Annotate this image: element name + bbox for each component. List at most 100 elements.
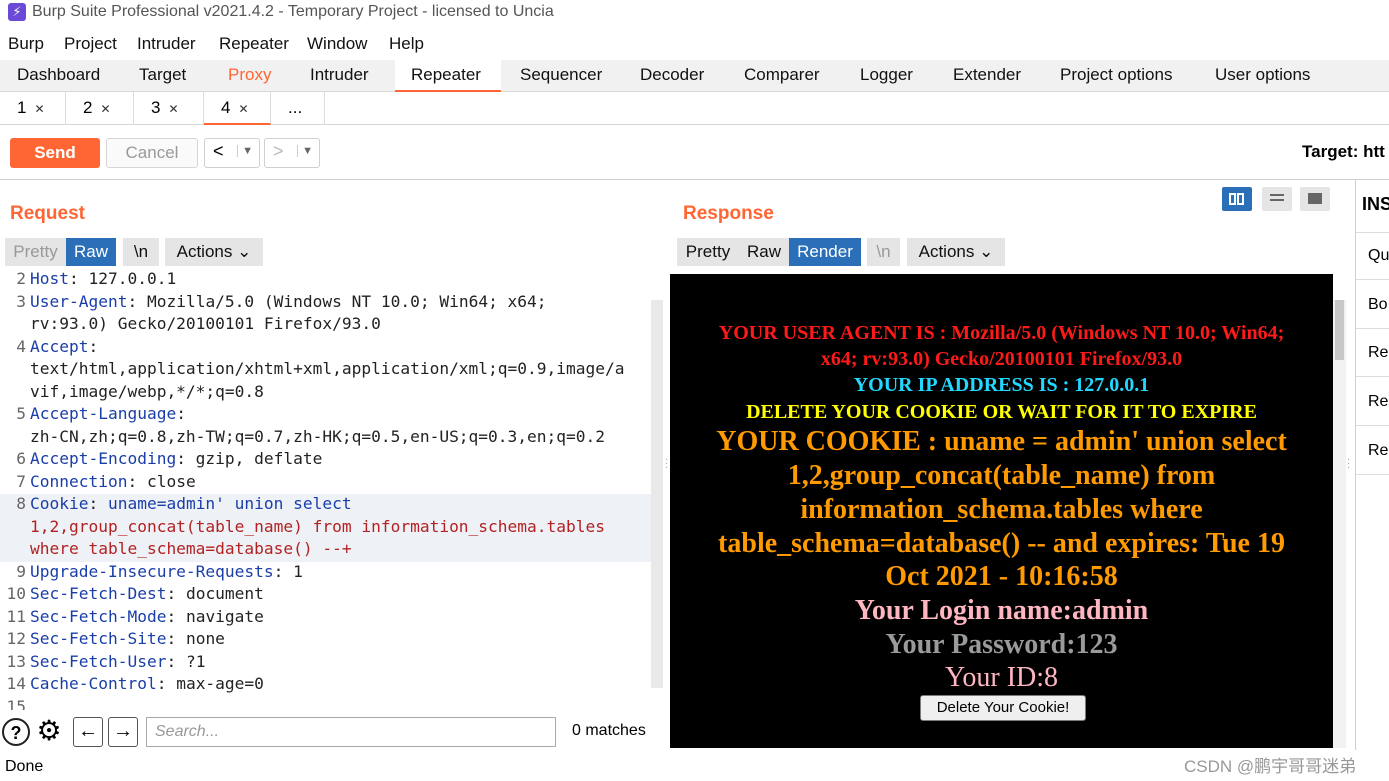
- request-line[interactable]: 1,2,group_concat(table_name) from inform…: [30, 517, 605, 536]
- tab-dashboard[interactable]: Dashboard: [1, 60, 116, 92]
- menu-intruder[interactable]: Intruder: [137, 34, 196, 54]
- cookie-line: table_schema=database() -- and expires: …: [718, 528, 1285, 559]
- search-input[interactable]: Search...: [146, 717, 556, 747]
- help-icon[interactable]: ?: [2, 718, 30, 746]
- request-line[interactable]: Sec-Fetch-User: ?1: [30, 652, 205, 671]
- line-number: 2: [16, 270, 26, 288]
- tab-extender[interactable]: Extender: [937, 60, 1037, 92]
- password: Your Password:123: [885, 629, 1118, 660]
- layout-tabbed-button[interactable]: [1300, 187, 1330, 211]
- close-icon[interactable]: ✕: [34, 102, 44, 116]
- dropdown-icon[interactable]: ▼: [237, 145, 253, 157]
- chevron-right-icon: >: [273, 141, 284, 161]
- cancel-button[interactable]: Cancel: [106, 138, 198, 168]
- request-line[interactable]: Cookie: uname=admin' union select: [30, 494, 352, 513]
- splitter-handle[interactable]: · · ·: [1347, 455, 1350, 473]
- response-actions-menu[interactable]: Actions ⌄: [907, 238, 1005, 266]
- repeater-tab-1[interactable]: 1 ✕: [0, 92, 66, 125]
- menu-project[interactable]: Project: [64, 34, 117, 54]
- response-raw-tab[interactable]: Raw: [739, 238, 789, 266]
- layout-side-by-side-button[interactable]: [1222, 187, 1252, 211]
- request-actions-menu[interactable]: Actions ⌄: [165, 238, 263, 266]
- dropdown-icon[interactable]: ▼: [297, 145, 313, 157]
- delete-cookie-button[interactable]: Delete Your Cookie!: [920, 695, 1086, 721]
- response-scrollbar[interactable]: [1333, 300, 1346, 748]
- request-line[interactable]: text/html,application/xhtml+xml,applicat…: [30, 359, 625, 378]
- splitter-handle[interactable]: · · ·: [665, 455, 668, 473]
- request-line[interactable]: Accept-Encoding: gzip, deflate: [30, 449, 322, 468]
- header-name: Sec-Fetch-Site: [30, 629, 167, 648]
- tab-proxy[interactable]: Proxy: [212, 60, 287, 92]
- delete-cookie-message: DELETE YOUR COOKIE OR WAIT FOR IT TO EXP…: [746, 401, 1257, 423]
- request-line[interactable]: Host: 127.0.0.1: [30, 270, 176, 288]
- repeater-tab-4[interactable]: 4 ✕: [204, 92, 271, 125]
- request-line[interactable]: zh-CN,zh;q=0.8,zh-TW;q=0.7,zh-HK;q=0.5,e…: [30, 427, 605, 446]
- request-line[interactable]: vif,image/webp,*/*;q=0.8: [30, 382, 264, 401]
- request-line[interactable]: Accept:: [30, 337, 98, 356]
- target-label[interactable]: Target: htt: [1302, 142, 1385, 162]
- request-line[interactable]: Upgrade-Insecure-Requests: 1: [30, 562, 303, 581]
- inspector-request-section[interactable]: Re: [1368, 344, 1388, 362]
- header-name: Accept-Encoding: [30, 449, 177, 468]
- request-line[interactable]: rv:93.0) Gecko/20100101 Firefox/93.0: [30, 314, 381, 333]
- inspector-query-section[interactable]: Qu: [1368, 247, 1389, 265]
- repeater-tab-label: 4: [221, 98, 231, 117]
- request-line[interactable]: Connection: close: [30, 472, 196, 491]
- tab-user-options[interactable]: User options: [1199, 60, 1326, 92]
- scroll-thumb[interactable]: [1335, 300, 1344, 360]
- request-line[interactable]: Accept-Language:: [30, 404, 186, 423]
- close-icon[interactable]: ✕: [100, 102, 110, 116]
- response-render-tab[interactable]: Render: [789, 238, 861, 266]
- tab-target[interactable]: Target: [123, 60, 202, 92]
- tab-sequencer[interactable]: Sequencer: [504, 60, 618, 92]
- inspector-request-section[interactable]: Re: [1368, 393, 1388, 411]
- request-line[interactable]: Sec-Fetch-Mode: navigate: [30, 607, 264, 626]
- user-id: Your ID:8: [944, 662, 1059, 693]
- menu-repeater[interactable]: Repeater: [219, 34, 289, 54]
- menu-help[interactable]: Help: [389, 34, 424, 54]
- inspector-response-section[interactable]: Res: [1368, 442, 1389, 460]
- header-value: 127.0.0.1: [78, 270, 177, 288]
- request-raw-tab[interactable]: Raw: [66, 238, 116, 266]
- tab-comparer[interactable]: Comparer: [728, 60, 836, 92]
- response-pretty-tab[interactable]: Pretty: [677, 238, 739, 266]
- previous-match-button[interactable]: ←: [73, 717, 103, 747]
- response-heading: Response: [683, 203, 774, 224]
- line-number: 10: [6, 584, 27, 603]
- close-icon[interactable]: ✕: [168, 102, 178, 116]
- login-name: Your Login name:admin: [854, 595, 1149, 626]
- request-line[interactable]: Sec-Fetch-Site: none: [30, 629, 225, 648]
- close-icon[interactable]: ✕: [238, 102, 248, 116]
- repeater-tab-2[interactable]: 2 ✕: [66, 92, 134, 125]
- response-newline-toggle[interactable]: \n: [867, 238, 900, 266]
- window-title: Burp Suite Professional v2021.4.2 - Temp…: [32, 3, 554, 20]
- repeater-tab-more[interactable]: ...: [271, 92, 325, 125]
- tab-intruder[interactable]: Intruder: [294, 60, 385, 92]
- next-match-button[interactable]: →: [108, 717, 138, 747]
- request-line[interactable]: User-Agent: Mozilla/5.0 (Windows NT 10.0…: [30, 292, 547, 311]
- request-line[interactable]: Cache-Control: max-age=0: [30, 674, 264, 693]
- request-line[interactable]: where table_schema=database() --+: [30, 539, 352, 558]
- tab-project-options[interactable]: Project options: [1044, 60, 1188, 92]
- send-button[interactable]: Send: [10, 138, 100, 168]
- header-value: where table_schema=database() --+: [30, 539, 352, 558]
- menu-burp[interactable]: Burp: [8, 34, 44, 54]
- inspector-body-section[interactable]: Bo: [1368, 296, 1388, 314]
- tab-logger[interactable]: Logger: [844, 60, 929, 92]
- repeater-tab-3[interactable]: 3 ✕: [134, 92, 204, 125]
- request-editor[interactable]: 2 Host: 127.0.0.1 3 User-Agent: Mozilla/5.0…: [0, 270, 652, 710]
- tab-decoder[interactable]: Decoder: [624, 60, 720, 92]
- request-pretty-tab[interactable]: Pretty: [5, 238, 66, 266]
- back-button[interactable]: < ▼: [204, 138, 260, 168]
- request-line[interactable]: Sec-Fetch-Dest: document: [30, 584, 264, 603]
- header-value: max-age=0: [166, 674, 264, 693]
- header-value: close: [137, 471, 196, 491]
- request-newline-toggle[interactable]: \n: [123, 238, 159, 266]
- forward-button[interactable]: > ▼: [264, 138, 320, 168]
- request-scrollbar[interactable]: [651, 300, 663, 688]
- ip-address-line: YOUR IP ADDRESS IS : 127.0.0.1: [853, 374, 1150, 396]
- menu-window[interactable]: Window: [307, 34, 367, 54]
- layout-stacked-button[interactable]: [1262, 187, 1292, 211]
- gear-icon[interactable]: ⚙: [34, 717, 64, 747]
- tab-repeater[interactable]: Repeater: [395, 60, 501, 93]
